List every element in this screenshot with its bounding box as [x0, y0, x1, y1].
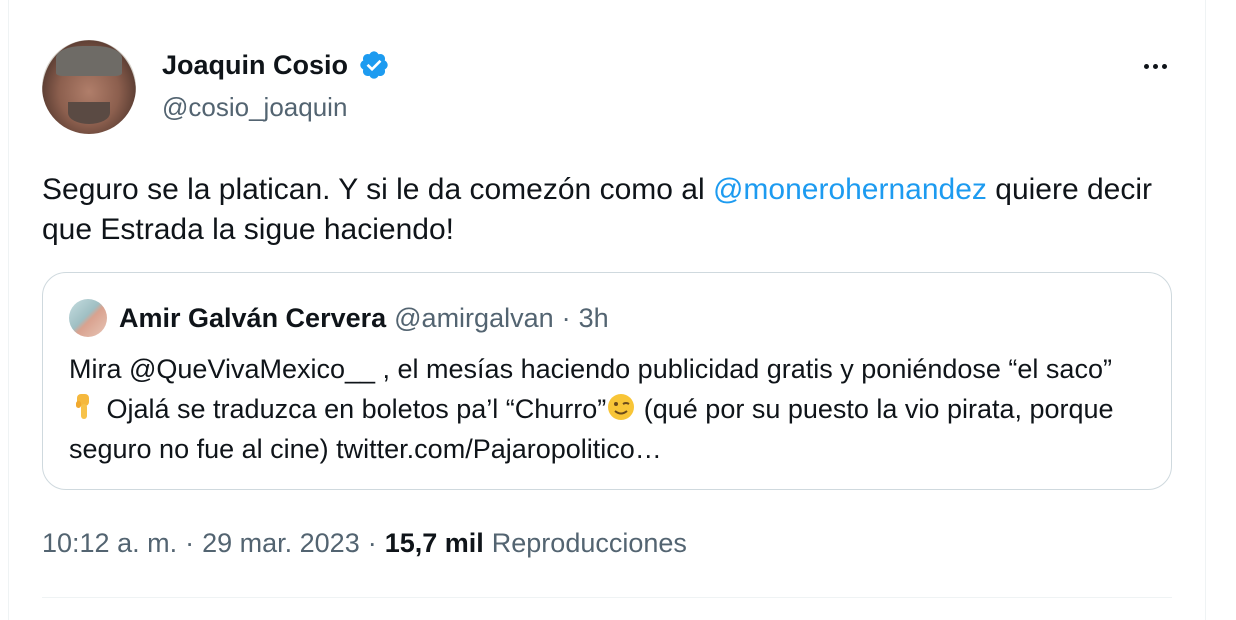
meta-separator: · — [185, 528, 195, 558]
divider — [42, 597, 1172, 598]
card-right-border — [1205, 0, 1206, 620]
winking-face-emoji — [608, 394, 635, 420]
meta-separator: · — [367, 528, 377, 558]
avatar-beard — [68, 102, 110, 124]
views-label: Reproducciones — [491, 528, 687, 558]
author-name[interactable]: Joaquin Cosio — [162, 50, 348, 81]
quote-time[interactable]: 3h — [579, 303, 609, 334]
verified-badge-icon — [360, 51, 388, 79]
quote-author-avatar[interactable] — [69, 299, 107, 337]
dot — [1161, 63, 1167, 69]
quote-header: Amir Galván Cervera @amirgalvan · 3h — [119, 303, 609, 334]
dot — [1152, 63, 1158, 69]
author-name-row[interactable]: Joaquin Cosio — [162, 49, 390, 81]
tweet-text: Seguro se la platican. Y si le da comezó… — [42, 170, 1182, 250]
quoted-tweet-card[interactable]: Amir Galván Cervera @amirgalvan · 3h Mir… — [42, 272, 1172, 490]
author-avatar[interactable] — [42, 40, 136, 134]
quote-text-b: Ojalá se traduzca en boletos pa’l “Churr… — [99, 394, 607, 424]
author-handle[interactable]: @cosio_joaquin — [162, 92, 347, 123]
tweet-time[interactable]: 10:12 a. m. — [42, 528, 177, 559]
card-left-border — [8, 0, 9, 620]
mention-link[interactable]: @monerohernandez — [713, 173, 987, 206]
quote-author-handle[interactable]: @amirgalvan — [394, 303, 553, 334]
dot — [1143, 63, 1149, 69]
more-options-icon[interactable] — [1138, 52, 1172, 80]
views-count: 15,7 mil — [384, 528, 484, 558]
quote-author-name[interactable]: Amir Galván Cervera — [119, 303, 386, 334]
tweet-meta: 10:12 a. m. · 29 mar. 2023 · 15,7 mil Re… — [42, 528, 687, 559]
quote-text: Mira @QueVivaMexico__ , el mesías hacien… — [69, 349, 1149, 469]
tweet-text-part1: Seguro se la platican. Y si le da comezó… — [42, 173, 713, 206]
tweet-date[interactable]: 29 mar. 2023 — [202, 528, 360, 559]
quote-separator: · — [561, 303, 571, 333]
avatar-hair — [56, 46, 122, 76]
quote-text-a: Mira @QueVivaMexico__ , el mesías hacien… — [69, 354, 1112, 384]
pointing-down-hand-emoji — [76, 394, 89, 419]
